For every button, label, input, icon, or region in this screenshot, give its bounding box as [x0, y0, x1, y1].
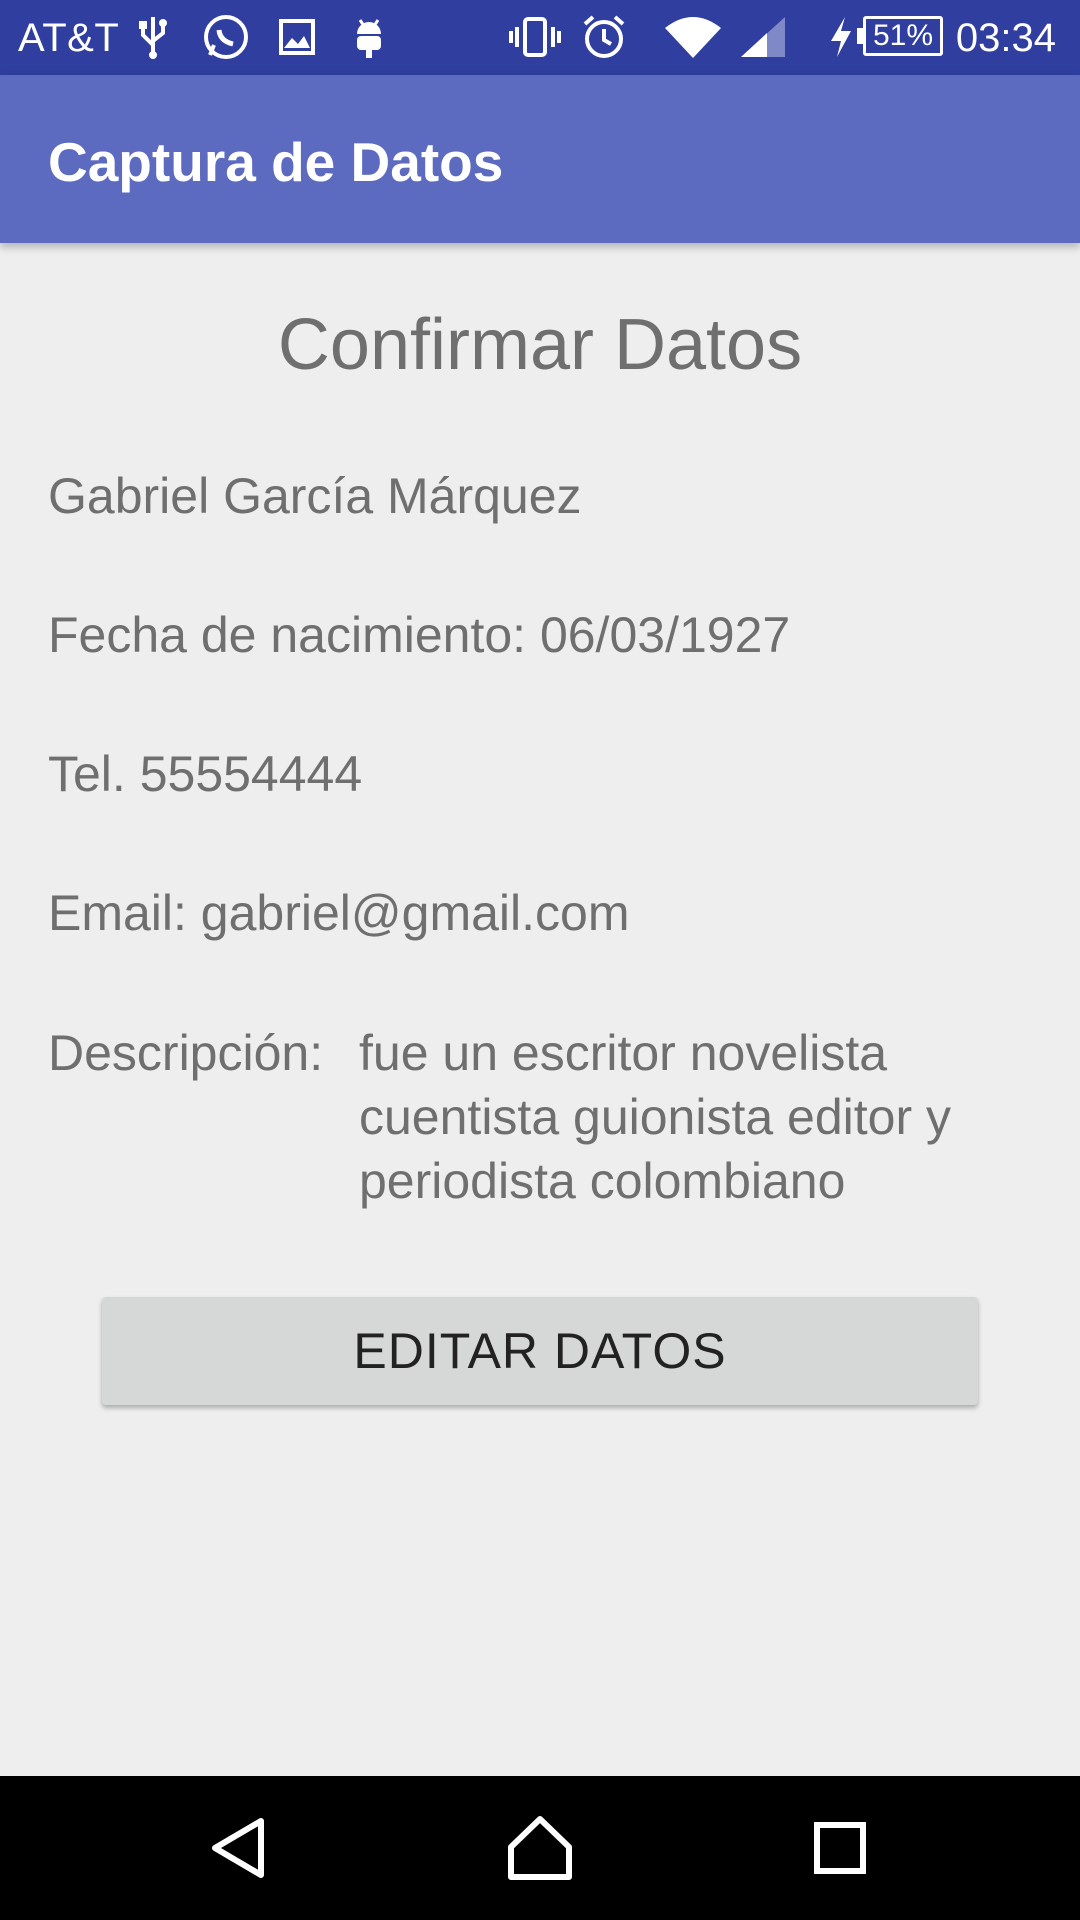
wifi-icon	[662, 12, 724, 62]
whatsapp-icon	[200, 12, 252, 62]
status-bar: AT&T 51% 03:34	[0, 0, 1080, 75]
usb-icon	[135, 12, 171, 62]
signal-icon	[738, 12, 788, 62]
description-label: Descripción:	[48, 1025, 324, 1081]
carrier-label: AT&T	[18, 16, 120, 60]
back-icon[interactable]	[200, 1808, 280, 1888]
email-text: Email: gabriel@gmail.com	[48, 885, 630, 941]
charging-icon	[826, 12, 856, 62]
alarm-icon	[580, 12, 628, 62]
navigation-bar	[0, 1776, 1080, 1920]
app-title: Captura de Datos	[48, 131, 504, 193]
edit-data-button[interactable]: EDITAR DATOS	[102, 1297, 978, 1405]
app-bar: Captura de Datos	[0, 75, 1080, 243]
image-icon	[276, 12, 318, 62]
description-row: Descripción: fue un escritor novelista c…	[48, 1021, 1039, 1213]
description-value: fue un escritor novelista cuentista guio…	[359, 1025, 952, 1209]
vibrate-icon	[506, 12, 564, 62]
android-icon	[350, 12, 388, 62]
recents-icon[interactable]	[800, 1808, 880, 1888]
page-title: Confirmar Datos	[277, 305, 803, 385]
name-text: Gabriel García Márquez	[48, 468, 582, 524]
birth-date-text: Fecha de nacimiento: 06/03/1927	[48, 607, 791, 663]
phone-text: Tel. 55554444	[48, 746, 363, 802]
confirm-content: Confirmar Datos Gabriel García Márquez F…	[0, 243, 1080, 1776]
battery-icon: 51%	[863, 16, 943, 56]
clock: 03:34	[955, 16, 1056, 60]
home-icon[interactable]	[500, 1808, 580, 1888]
